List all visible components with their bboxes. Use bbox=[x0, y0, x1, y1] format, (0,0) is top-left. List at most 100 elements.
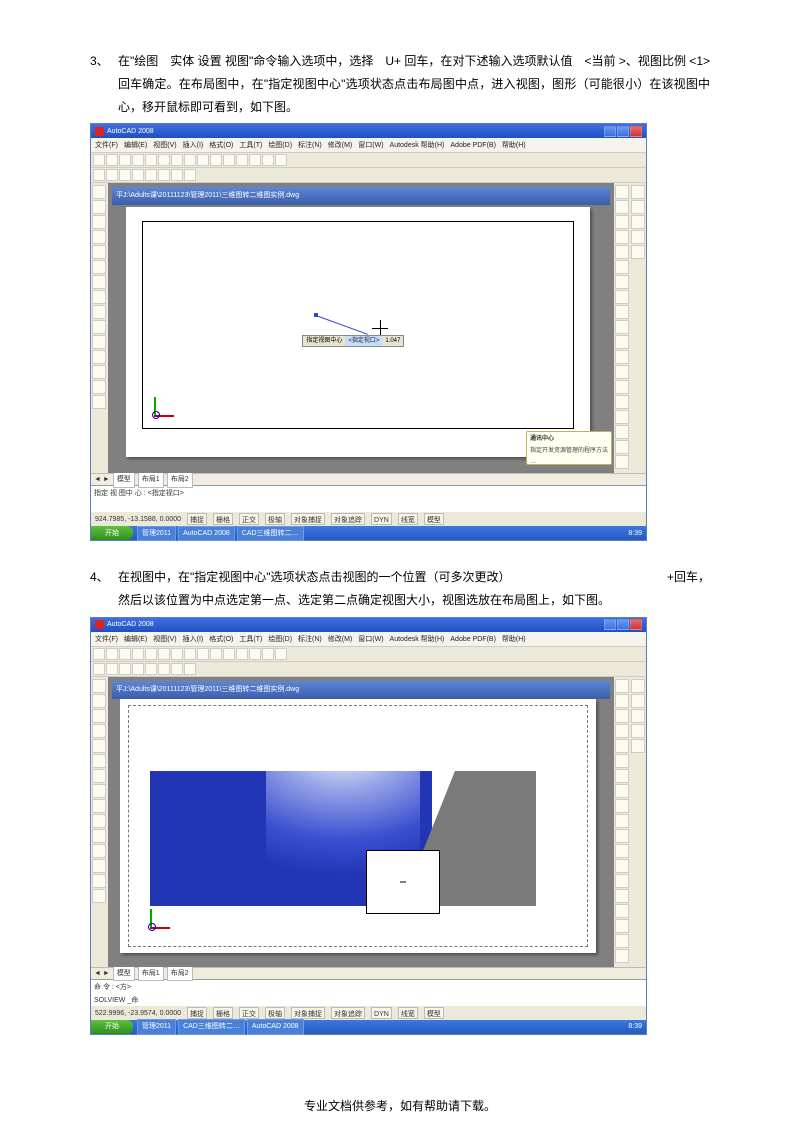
status-osnap[interactable]: 对象捕捉 bbox=[291, 513, 325, 525]
toolbar-button[interactable] bbox=[106, 648, 118, 660]
tool-button[interactable] bbox=[92, 799, 106, 813]
maximize-button[interactable] bbox=[617, 619, 629, 630]
tool-button[interactable] bbox=[615, 335, 629, 349]
tool-button[interactable] bbox=[615, 694, 629, 708]
drawing-canvas[interactable]: 平J:\Adults课\20111123\管理2011\三维图转二维图实例.dw… bbox=[108, 183, 614, 473]
menu-item[interactable]: 编辑(E) bbox=[124, 139, 147, 151]
tool-button[interactable] bbox=[92, 365, 106, 379]
tool-button[interactable] bbox=[615, 350, 629, 364]
menu-item[interactable]: 窗口(W) bbox=[358, 139, 383, 151]
menu-item[interactable]: 插入(I) bbox=[183, 633, 204, 645]
tool-button[interactable] bbox=[92, 395, 106, 409]
menu-item[interactable]: Autodesk 帮助(H) bbox=[390, 139, 445, 151]
close-button[interactable] bbox=[630, 126, 642, 137]
tab-layout1[interactable]: 布局1 bbox=[138, 966, 164, 981]
toolbar-button[interactable] bbox=[275, 154, 287, 166]
toolbar-button[interactable] bbox=[119, 648, 131, 660]
toolbar-button[interactable] bbox=[93, 169, 105, 181]
tool-button[interactable] bbox=[631, 200, 645, 214]
toolbar-button[interactable] bbox=[249, 154, 261, 166]
menu-item[interactable]: 文件(F) bbox=[95, 633, 118, 645]
menu-item[interactable]: 格式(O) bbox=[209, 139, 233, 151]
tool-button[interactable] bbox=[615, 275, 629, 289]
tool-button[interactable] bbox=[615, 455, 629, 469]
toolbar-button[interactable] bbox=[119, 169, 131, 181]
start-button[interactable]: 开始 bbox=[91, 526, 133, 540]
toolbar-button[interactable] bbox=[158, 648, 170, 660]
toolbar-button[interactable] bbox=[132, 663, 144, 675]
toolbar-button[interactable] bbox=[158, 663, 170, 675]
window-titlebar[interactable]: AutoCAD 2008 bbox=[91, 124, 646, 138]
start-button[interactable]: 开始 bbox=[91, 1020, 133, 1034]
menu-item[interactable]: 插入(I) bbox=[183, 139, 204, 151]
toolbar-button[interactable] bbox=[106, 154, 118, 166]
tool-button[interactable] bbox=[631, 215, 645, 229]
toolbar-button[interactable] bbox=[132, 648, 144, 660]
menu-item[interactable]: 工具(T) bbox=[239, 139, 262, 151]
menu-item[interactable]: 视图(V) bbox=[153, 633, 176, 645]
toolbar-button[interactable] bbox=[171, 154, 183, 166]
status-lwt[interactable]: 线宽 bbox=[398, 1007, 418, 1019]
menu-item[interactable]: 窗口(W) bbox=[358, 633, 383, 645]
status-grid[interactable]: 栅格 bbox=[213, 1007, 233, 1019]
toolbar-button[interactable] bbox=[223, 648, 235, 660]
menu-item[interactable]: 标注(N) bbox=[298, 633, 322, 645]
document-tab[interactable]: 平J:\Adults课\20111123\管理2011\三维图转二维图实例.dw… bbox=[112, 681, 610, 699]
toolbar-button[interactable] bbox=[262, 154, 274, 166]
toolbar-button[interactable] bbox=[197, 648, 209, 660]
tool-button[interactable] bbox=[615, 814, 629, 828]
menu-item[interactable]: 编辑(E) bbox=[124, 633, 147, 645]
tab-layout2[interactable]: 布局2 bbox=[167, 966, 193, 981]
toolbar-button[interactable] bbox=[210, 154, 222, 166]
tool-button[interactable] bbox=[615, 215, 629, 229]
tool-button[interactable] bbox=[615, 305, 629, 319]
tool-button[interactable] bbox=[615, 365, 629, 379]
tool-button[interactable] bbox=[92, 245, 106, 259]
tool-button[interactable] bbox=[92, 694, 106, 708]
tool-button[interactable] bbox=[615, 949, 629, 963]
tool-button[interactable] bbox=[615, 200, 629, 214]
tool-button[interactable] bbox=[615, 290, 629, 304]
tool-button[interactable] bbox=[92, 290, 106, 304]
drawing-canvas[interactable]: 平J:\Adults课\20111123\管理2011\三维图转二维图实例.dw… bbox=[108, 677, 614, 967]
close-button[interactable] bbox=[630, 619, 642, 630]
tool-button[interactable] bbox=[615, 844, 629, 858]
command-line[interactable]: 指定 视 图中 心 : <指定视口> bbox=[91, 485, 646, 512]
minimize-button[interactable] bbox=[604, 619, 616, 630]
tool-button[interactable] bbox=[615, 859, 629, 873]
toolbar-button[interactable] bbox=[145, 663, 157, 675]
tool-button[interactable] bbox=[615, 829, 629, 843]
toolbar-button[interactable] bbox=[119, 663, 131, 675]
menu-item[interactable]: 帮助(H) bbox=[502, 139, 526, 151]
tool-button[interactable] bbox=[615, 410, 629, 424]
tab-layout1[interactable]: 布局1 bbox=[138, 472, 164, 487]
taskbar-item[interactable]: AutoCAD 2008 bbox=[178, 526, 235, 541]
menu-item[interactable]: 帮助(H) bbox=[502, 633, 526, 645]
tool-button[interactable] bbox=[615, 799, 629, 813]
toolbar-button[interactable] bbox=[184, 648, 196, 660]
toolbar-button[interactable] bbox=[262, 648, 274, 660]
toolbar-button[interactable] bbox=[223, 154, 235, 166]
toolbar-button[interactable] bbox=[236, 154, 248, 166]
status-grid[interactable]: 栅格 bbox=[213, 513, 233, 525]
toolbar-button[interactable] bbox=[145, 154, 157, 166]
tool-button[interactable] bbox=[92, 335, 106, 349]
tool-button[interactable] bbox=[615, 874, 629, 888]
tool-button[interactable] bbox=[92, 874, 106, 888]
status-polar[interactable]: 极轴 bbox=[265, 513, 285, 525]
taskbar-item[interactable]: CAD三维图转二… bbox=[237, 526, 304, 541]
tool-button[interactable] bbox=[615, 260, 629, 274]
tool-button[interactable] bbox=[92, 889, 106, 903]
toolbar-button[interactable] bbox=[171, 663, 183, 675]
menu-item[interactable]: 修改(M) bbox=[328, 633, 353, 645]
status-ortho[interactable]: 正交 bbox=[239, 513, 259, 525]
status-model[interactable]: 模型 bbox=[424, 1007, 444, 1019]
maximize-button[interactable] bbox=[617, 126, 629, 137]
tool-button[interactable] bbox=[631, 230, 645, 244]
toolbar-button[interactable] bbox=[184, 169, 196, 181]
tool-button[interactable] bbox=[615, 440, 629, 454]
tool-button[interactable] bbox=[92, 185, 106, 199]
tab-model[interactable]: 模型 bbox=[113, 966, 135, 981]
toolbar-button[interactable] bbox=[93, 663, 105, 675]
tool-button[interactable] bbox=[92, 814, 106, 828]
